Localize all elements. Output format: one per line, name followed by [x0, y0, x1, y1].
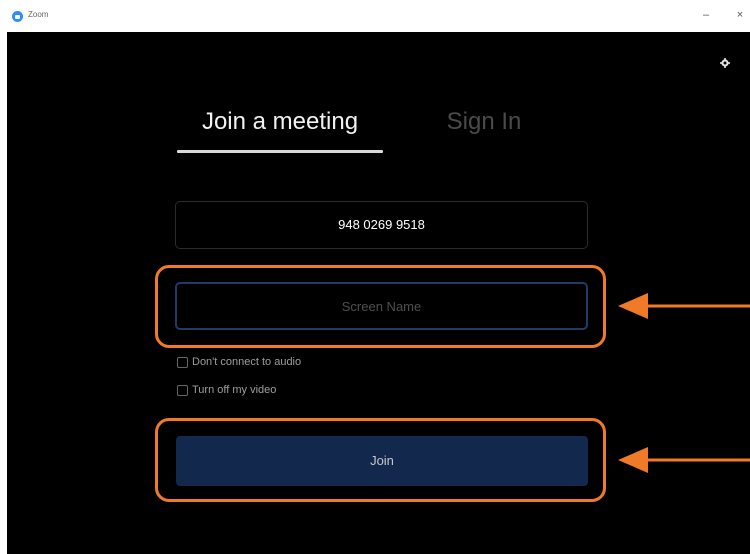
screen-name-highlight — [155, 265, 606, 348]
window-title: Zoom — [28, 10, 49, 19]
active-tab-indicator — [177, 150, 383, 153]
dont-connect-audio-label: Don't connect to audio — [192, 356, 302, 368]
arrow-left-icon — [618, 447, 750, 473]
tab-join-meeting[interactable]: Join a meeting — [177, 107, 383, 137]
zoom-logo-icon — [12, 11, 23, 22]
meeting-id-field[interactable]: 948 0269 9518 — [175, 201, 588, 249]
tab-sign-in[interactable]: Sign In — [410, 107, 558, 137]
gear-icon[interactable] — [720, 58, 730, 68]
audio-option[interactable]: Don't connect to audio — [177, 355, 301, 369]
close-button[interactable]: × — [733, 8, 747, 22]
minimize-button[interactable]: – — [699, 8, 713, 22]
join-button-highlight — [155, 418, 606, 502]
dont-connect-audio-checkbox[interactable] — [177, 356, 188, 368]
title-bar: Zoom – × — [0, 0, 750, 32]
arrow-left-icon — [618, 293, 750, 319]
turn-off-video-checkbox[interactable] — [177, 384, 188, 396]
turn-off-video-label: Turn off my video — [192, 384, 277, 396]
video-option[interactable]: Turn off my video — [177, 383, 276, 397]
